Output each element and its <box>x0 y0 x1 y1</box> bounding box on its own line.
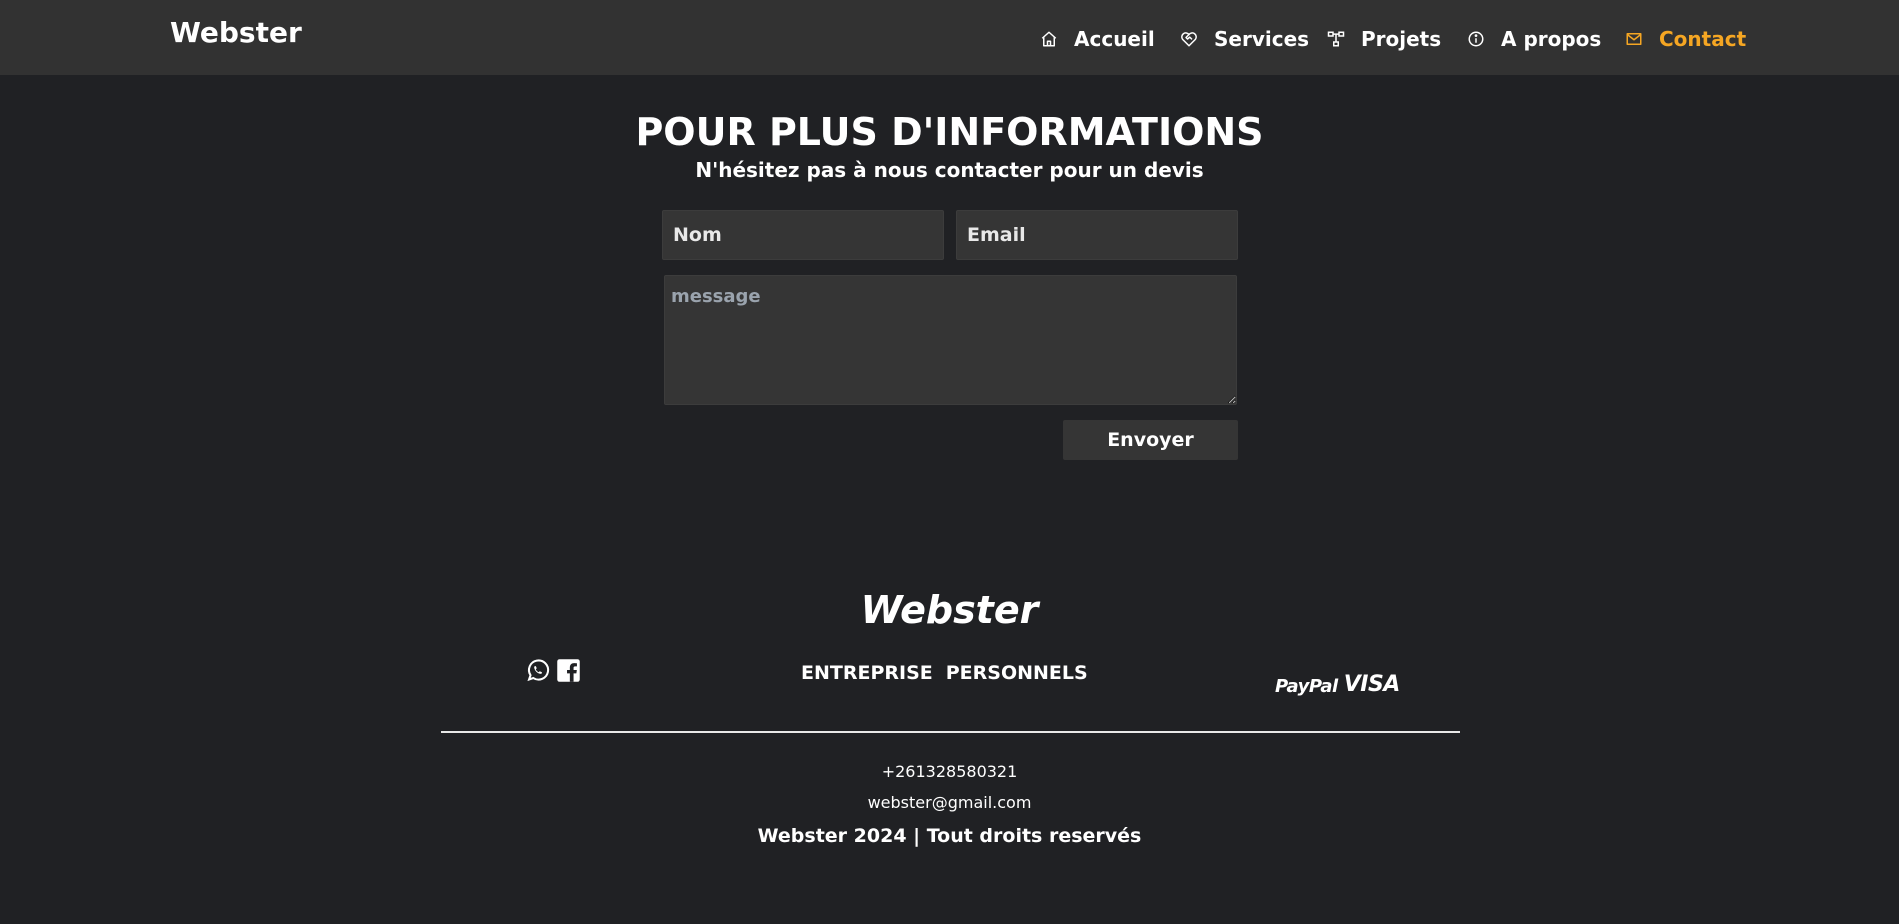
footer-divider <box>441 731 1460 733</box>
visa-logo: VISA <box>1343 672 1401 697</box>
contact-heading: POUR PLUS D'INFORMATIONS <box>635 110 1264 154</box>
nav-item-projets[interactable]: Projets <box>1327 24 1441 54</box>
nav-item-accueil[interactable]: Accueil <box>1040 24 1155 54</box>
nav-item-apropos[interactable]: A propos <box>1467 24 1601 54</box>
message-textarea[interactable] <box>664 275 1237 405</box>
facebook-icon[interactable] <box>555 657 582 684</box>
nav-item-label: A propos <box>1501 27 1602 51</box>
nav-item-label: Contact <box>1659 27 1747 51</box>
footer-email: webster@gmail.com <box>867 793 1032 812</box>
whatsapp-icon[interactable] <box>524 657 551 684</box>
nav-menu: Accueil Services Projets A propos Contac… <box>0 24 1899 54</box>
footer-copyright: Webster 2024 | Tout droits reservés <box>757 825 1142 847</box>
send-button[interactable]: Envoyer <box>1063 420 1238 460</box>
contact-subheading: N'hésitez pas à nous contacter pour un d… <box>695 158 1204 182</box>
hierarchy-icon <box>1327 31 1345 47</box>
navbar: Webster Accueil Services Projets A propo… <box>0 0 1899 75</box>
footer-link-entreprise[interactable]: ENTREPRISE <box>801 662 933 684</box>
social-links <box>524 657 582 684</box>
nav-item-contact[interactable]: Contact <box>1625 24 1746 54</box>
nav-item-label: Accueil <box>1074 27 1155 51</box>
footer-links: ENTREPRISE PERSONNELS <box>801 662 1088 684</box>
mail-icon <box>1626 33 1642 45</box>
footer-logo: Webster <box>860 588 1039 632</box>
email-input[interactable] <box>956 210 1238 260</box>
heart-handshake-icon <box>1181 32 1197 47</box>
footer-phone: +261328580321 <box>881 762 1018 781</box>
footer-link-personnels[interactable]: PERSONNELS <box>946 662 1088 684</box>
info-icon <box>1468 31 1484 47</box>
home-icon <box>1041 31 1057 47</box>
nav-item-label: Services <box>1214 27 1310 51</box>
nav-item-services[interactable]: Services <box>1180 24 1309 54</box>
paypal-logo: PayPal <box>1275 676 1338 697</box>
nav-item-label: Projets <box>1361 27 1442 51</box>
name-input[interactable] <box>662 210 944 260</box>
payment-methods: PayPal VISA <box>1275 672 1400 697</box>
